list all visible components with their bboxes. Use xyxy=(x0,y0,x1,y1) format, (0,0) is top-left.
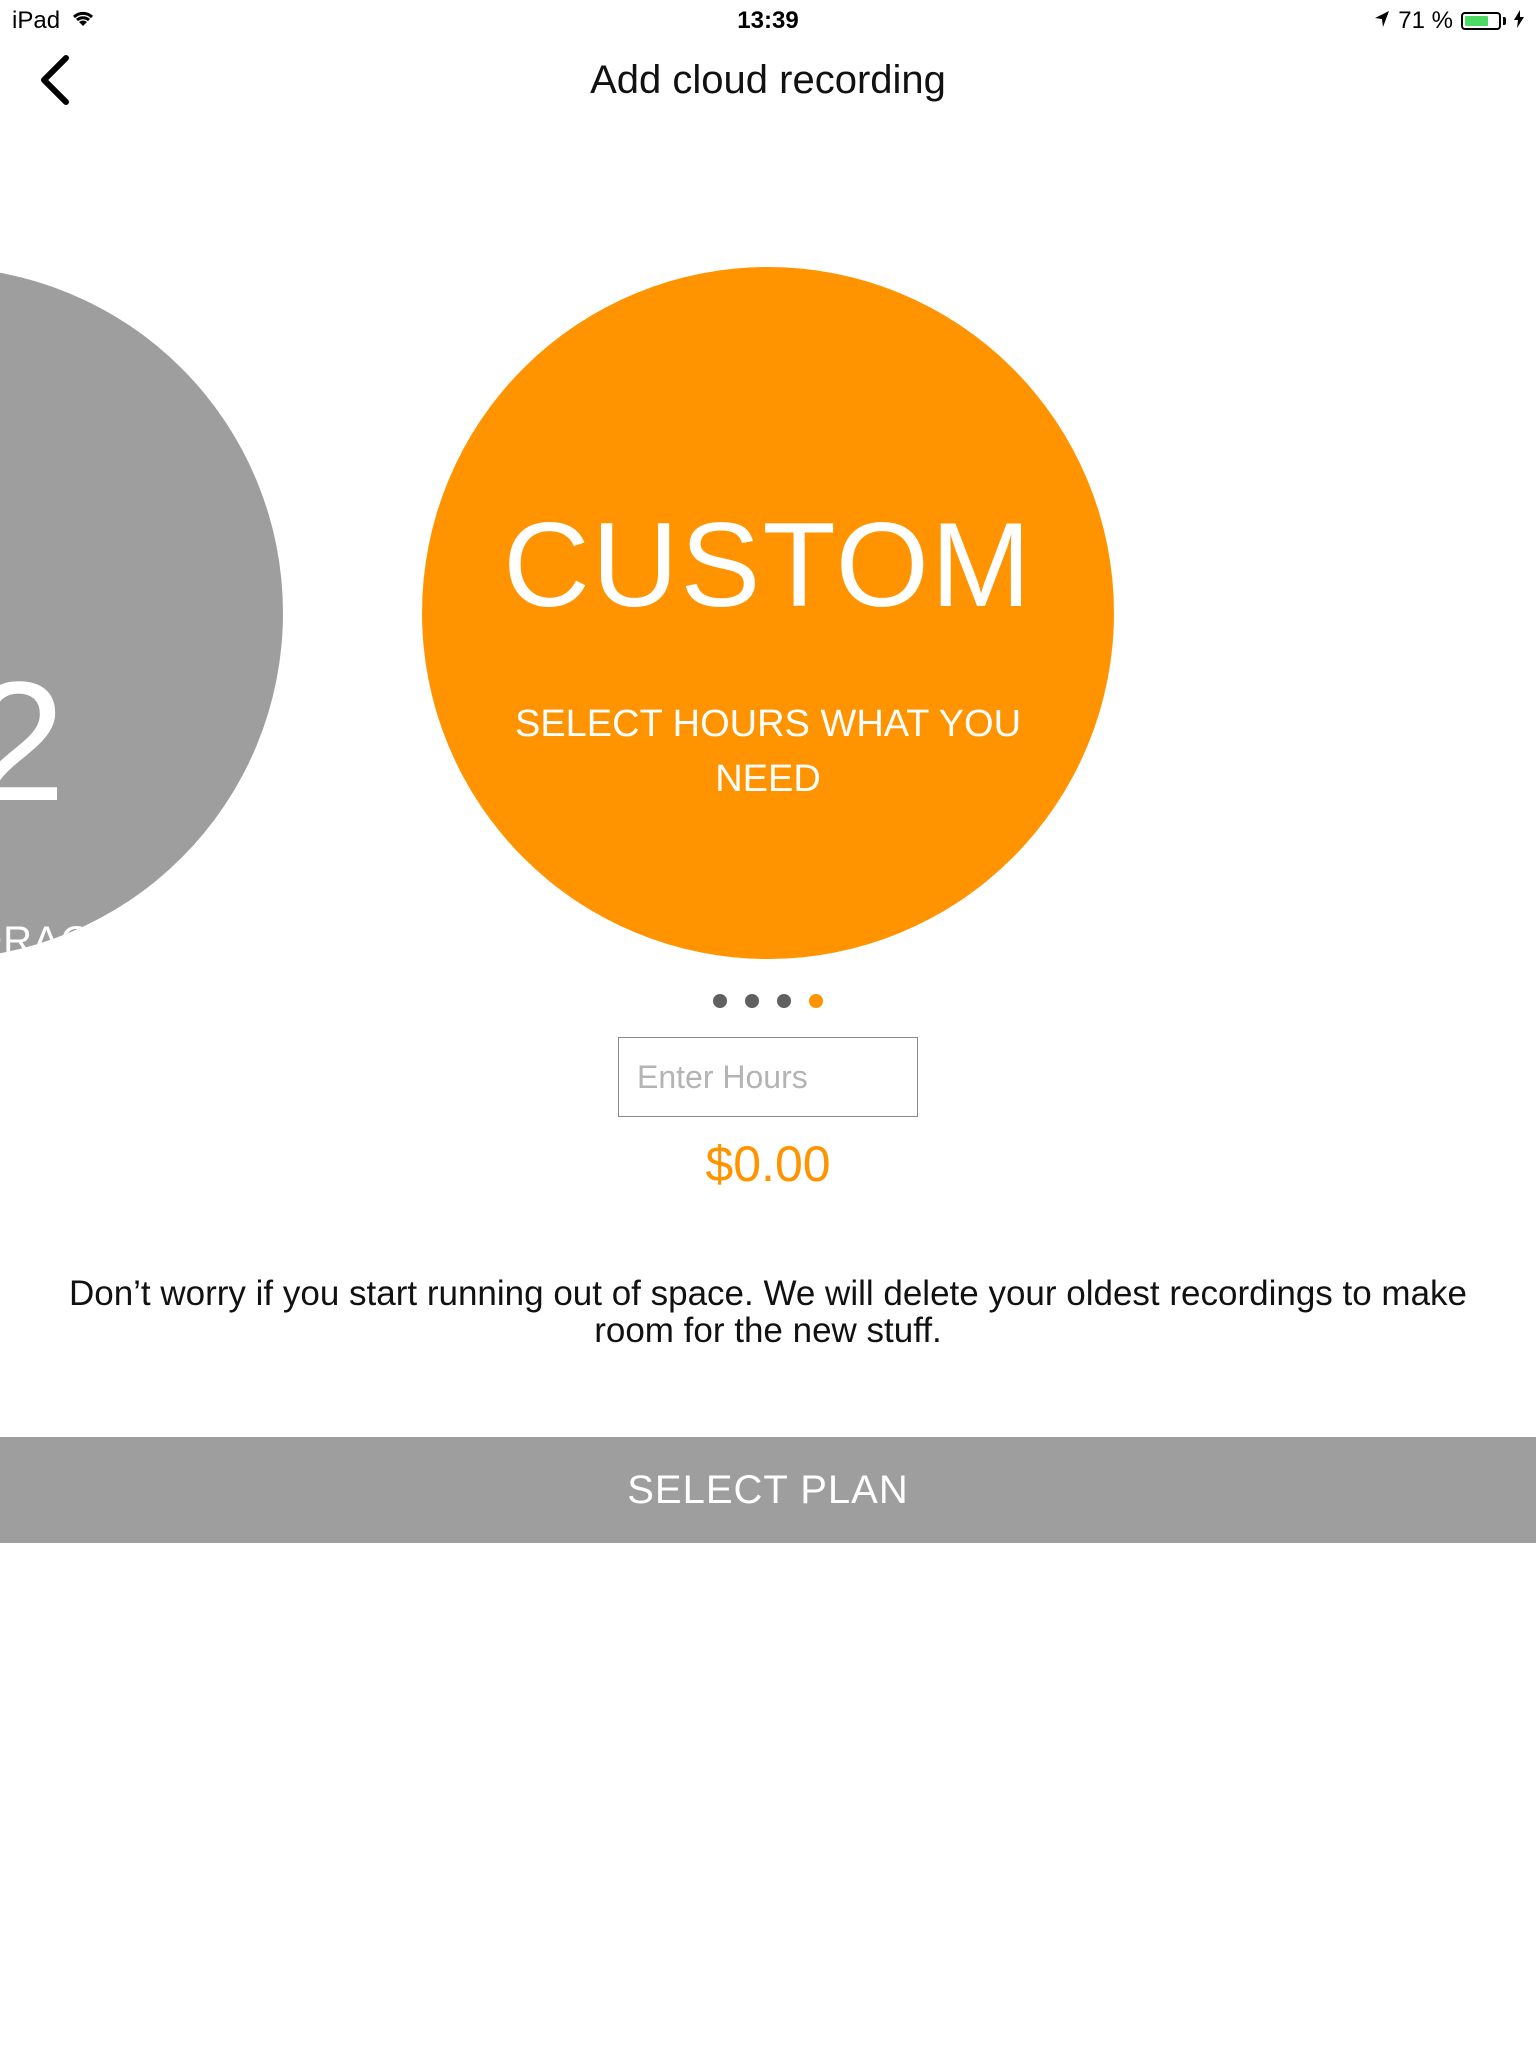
screen: iPad 13:39 71 % Add cloud recording 2 RA… xyxy=(0,0,1536,2048)
page-dot[interactable] xyxy=(713,994,727,1008)
nav-bar: Add cloud recording xyxy=(0,40,1536,126)
page-title: Add cloud recording xyxy=(590,58,946,102)
plan-subtitle: SELECT HOURS WHAT YOU NEED xyxy=(514,703,1022,800)
plan-card-custom[interactable]: CUSTOM SELECT HOURS WHAT YOU NEED xyxy=(422,267,1114,959)
battery-fill xyxy=(1465,16,1488,26)
battery-percent: 71 % xyxy=(1398,7,1453,34)
page-dot[interactable] xyxy=(745,994,759,1008)
status-time: 13:39 xyxy=(737,7,799,34)
price-label: $0.00 xyxy=(705,1136,831,1192)
battery-cap xyxy=(1503,17,1506,25)
plan-storage-label: ORAGE xyxy=(0,919,121,959)
status-right: 71 % xyxy=(1374,7,1524,35)
status-bar: iPad 13:39 71 % xyxy=(0,0,1536,40)
plan-card-previous[interactable]: 2 ORAGE 95 n xyxy=(0,267,283,959)
page-indicator[interactable] xyxy=(0,994,1536,1008)
battery-icon xyxy=(1461,12,1501,30)
page-dot[interactable] xyxy=(777,994,791,1008)
plan-title: CUSTOM xyxy=(503,498,1033,632)
bolt-icon xyxy=(1514,7,1524,35)
select-plan-button[interactable]: SELECT PLAN xyxy=(0,1437,1536,1543)
info-text: Don’t worry if you start running out of … xyxy=(68,1274,1468,1350)
plan-hours-number: 2 xyxy=(0,647,66,837)
hours-input[interactable] xyxy=(618,1037,918,1117)
location-arrow-icon xyxy=(1374,7,1390,35)
page-dot[interactable] xyxy=(809,994,823,1008)
